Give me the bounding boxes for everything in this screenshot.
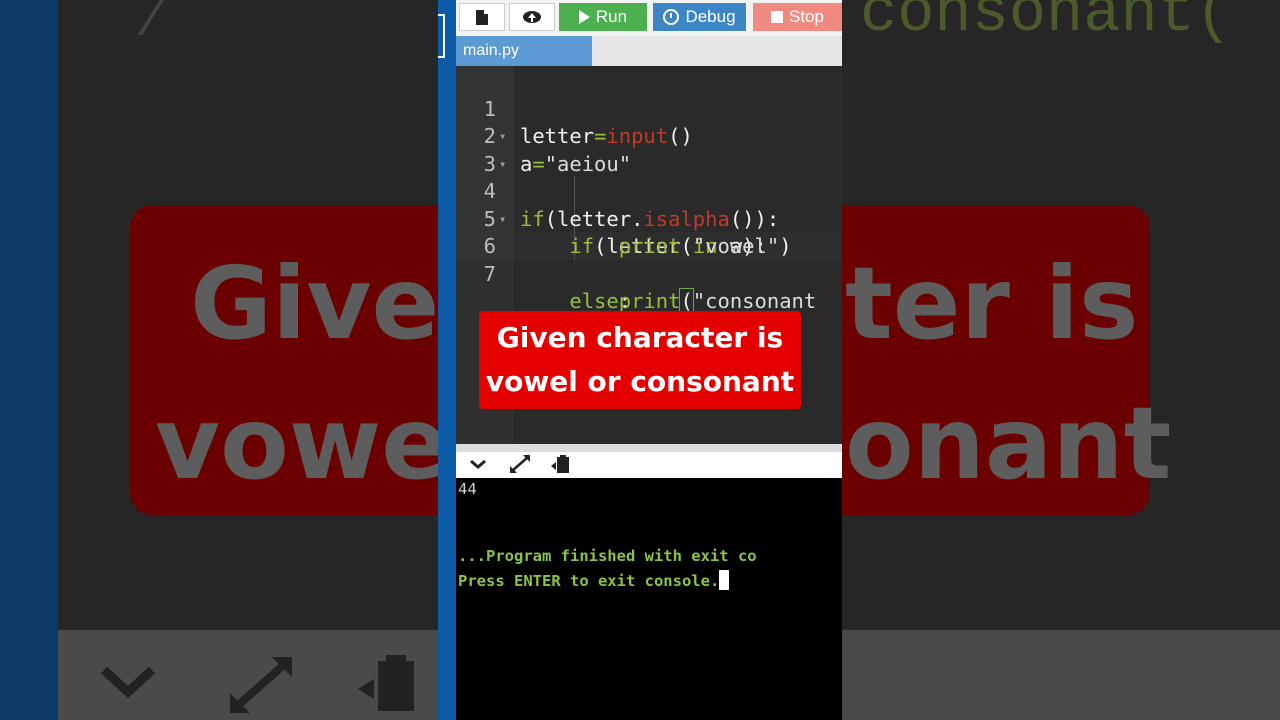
fold-arrow-icon[interactable]: ▾ [499, 206, 506, 234]
new-file-button[interactable] [459, 3, 505, 31]
chevron-down-icon[interactable] [468, 454, 488, 479]
debug-button[interactable]: Debug [653, 3, 746, 31]
run-button[interactable]: Run [559, 3, 647, 31]
code-line: 7 print("consonant [456, 233, 842, 314]
code-line: 4 ▾ if(letter in a): [456, 151, 842, 259]
file-tab-bar: main.py [456, 36, 842, 66]
console-output[interactable]: 44 ...Program finished with exit co Pres… [456, 478, 842, 720]
stop-button[interactable]: Stop [753, 3, 842, 31]
caption-line-1: Given character is [496, 321, 784, 354]
caption-line-2: vowel or consonant [485, 365, 795, 398]
console-resize-handle[interactable] [456, 444, 842, 452]
background-caption-text: ter is [845, 245, 1139, 362]
background-clipboard-icon [358, 655, 418, 720]
stop-icon [771, 11, 783, 23]
code-line: 5 print("vowel") [456, 178, 842, 259]
code-line: 2 a="aeiou" [456, 96, 842, 176]
code-line: 1 letter=input() [456, 68, 842, 149]
console-finished-line: ...Program finished with exit co [458, 547, 757, 565]
console-exit-line: Press ENTER to exit console. [458, 570, 730, 590]
background-code-text: consonant( [860, 0, 1233, 49]
video-caption: Given character is vowel or consonant [479, 311, 801, 409]
play-icon [578, 10, 590, 24]
background-chevron-down-icon [100, 655, 156, 715]
run-button-label: Run [595, 7, 628, 26]
clipboard-icon[interactable] [550, 454, 570, 479]
code-lines: 1 letter=input() 2 a="aeiou" 3 ▾ if(lett… [456, 68, 842, 314]
background-sidebar-strip [0, 0, 58, 720]
console-output-line: 44 [458, 480, 477, 498]
console-cursor [719, 570, 730, 590]
upload-button[interactable] [509, 3, 555, 31]
background-expand-icon [228, 655, 294, 720]
background-upload-icon: ⁄ [150, 0, 161, 48]
console-exit-text: Press ENTER to exit console. [458, 572, 720, 590]
stop-button-label: Stop [789, 7, 824, 26]
toolbar: Run Debug Stop [456, 0, 842, 37]
fold-arrow-icon[interactable]: ▾ [499, 123, 506, 151]
background-caption-text: vowel [155, 385, 484, 502]
debug-icon [663, 9, 680, 25]
background-caption-text: onant [845, 385, 1172, 502]
code-line: 3 ▾ if(letter.isalpha()): [456, 123, 842, 231]
line-number: 7 [483, 261, 496, 286]
debug-button-label: Debug [685, 7, 736, 26]
code-line: 6 ▾ else: [456, 206, 842, 314]
expand-icon[interactable] [509, 454, 531, 479]
file-icon [476, 9, 488, 25]
sidebar-handle[interactable] [438, 14, 445, 58]
fold-arrow-icon[interactable]: ▾ [499, 151, 506, 179]
ide-sidebar-strip [438, 0, 456, 720]
console-toolbar [456, 452, 842, 478]
cloud-upload-icon [523, 11, 541, 23]
tab-main-py[interactable]: main.py [456, 36, 592, 66]
